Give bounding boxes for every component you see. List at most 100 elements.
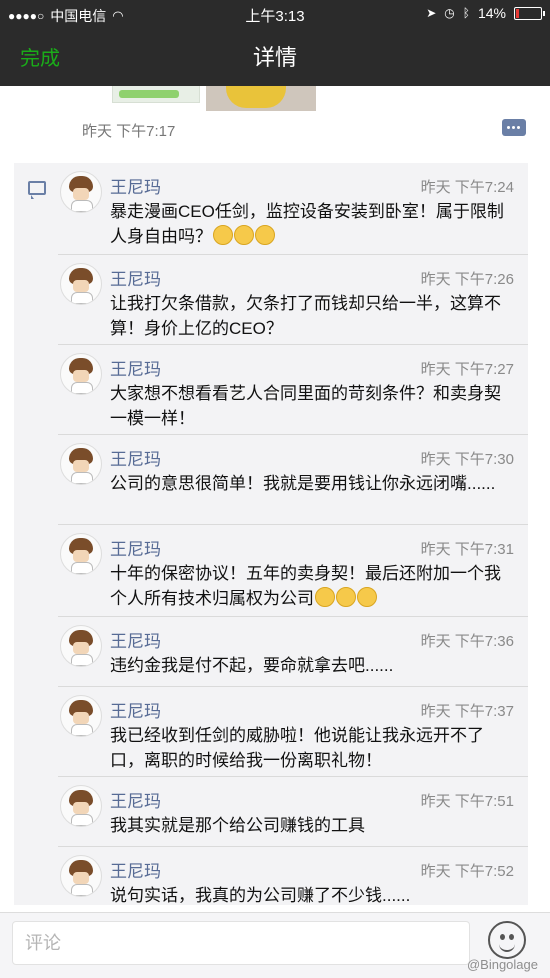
comment-time: 昨天 下午7:27	[420, 361, 514, 378]
comment-text: 我其实就是那个给公司赚钱的工具	[110, 813, 512, 838]
more-actions-button[interactable]	[502, 119, 526, 136]
avatar-face	[73, 280, 89, 292]
thumbnail-figure-shape	[226, 86, 286, 108]
commenter-name[interactable]: 王尼玛	[110, 445, 161, 470]
avatar[interactable]	[60, 263, 102, 305]
commenter-name[interactable]: 王尼玛	[110, 627, 161, 652]
navigation-bar: 完成 详情	[0, 28, 550, 86]
watermark: @Bingolage	[466, 957, 538, 972]
comment-time: 昨天 下午7:52	[420, 863, 514, 880]
bluetooth-icon: ᛒ	[462, 6, 470, 20]
more-dot	[507, 126, 510, 129]
emoji-eye	[500, 934, 505, 940]
commenter-name[interactable]: 王尼玛	[110, 355, 161, 380]
comment-text: 让我打欠条借款，欠条打了而钱却只给一半，这算不算！身价上亿的CEO？	[110, 291, 512, 341]
comment-item[interactable]: 王尼玛 昨天 下午7:31 十年的保密协议！五年的卖身契！最后还附加一个我个人所有技…	[14, 525, 528, 617]
avatar-body	[71, 562, 93, 574]
avatar[interactable]	[60, 695, 102, 737]
status-right: ➤ ◷ ᛒ 14%	[426, 5, 545, 21]
location-icon: ➤	[426, 6, 437, 20]
avatar[interactable]	[60, 443, 102, 485]
comments-panel: 王尼玛 昨天 下午7:24 暴走漫画CEO任剑，监控设备安装到卧室！属于限制人身自由…	[14, 163, 528, 905]
emoji-icon	[213, 225, 233, 245]
post-image-thumbnail-1[interactable]	[112, 86, 200, 103]
commenter-name[interactable]: 王尼玛	[110, 787, 161, 812]
avatar[interactable]	[60, 785, 102, 827]
battery-percent: 14%	[477, 5, 506, 21]
comment-text-content: 我其实就是那个给公司赚钱的工具	[110, 816, 365, 835]
emoji-icon	[255, 225, 275, 245]
avatar-face	[73, 642, 89, 654]
avatar-body	[71, 382, 93, 394]
comment-text-content: 我已经收到任剑的威胁啦！他说能让我永远开不了口，离职的时候给我一份离职礼物！	[110, 726, 484, 770]
emoji-eye	[509, 934, 514, 940]
comment-item[interactable]: 王尼玛 昨天 下午7:30 公司的意思很简单！我就是要用钱让你永远闭嘴......	[14, 435, 528, 525]
avatar-face	[73, 712, 89, 724]
avatar-face	[73, 188, 89, 200]
comment-time: 昨天 下午7:37	[420, 703, 514, 720]
commenter-name[interactable]: 王尼玛	[110, 697, 161, 722]
alarm-icon: ◷	[444, 6, 455, 20]
avatar[interactable]	[60, 855, 102, 897]
comment-text: 违约金我是付不起，要命就拿去吧......	[110, 653, 512, 678]
more-dot	[517, 126, 520, 129]
emoji-mouth	[499, 942, 515, 952]
comment-time: 昨天 下午7:31	[420, 541, 514, 558]
comment-time: 昨天 下午7:51	[420, 793, 514, 810]
comment-time: 昨天 下午7:24	[420, 179, 514, 196]
comment-text-content: 让我打欠条借款，欠条打了而钱却只给一半，这算不算！身价上亿的CEO？	[110, 294, 501, 338]
emoji-icon	[234, 225, 254, 245]
post-timestamp: 昨天 下午7:17	[82, 123, 176, 140]
comment-item[interactable]: 王尼玛 昨天 下午7:37 我已经收到任剑的威胁啦！他说能让我永远开不了口，离职的时…	[14, 687, 528, 777]
commenter-name[interactable]: 王尼玛	[110, 857, 161, 882]
avatar[interactable]	[60, 171, 102, 213]
avatar-body	[71, 292, 93, 304]
thumbnail-bubble-shape	[119, 90, 179, 98]
avatar-face	[73, 802, 89, 814]
avatar-body	[71, 654, 93, 666]
comment-text-content: 大家想不想看看艺人合同里面的苛刻条件？和卖身契一模一样！	[110, 384, 501, 428]
comment-text-content: 说句实话，我真的为公司赚了不少钱......	[110, 886, 411, 905]
comment-text-content: 违约金我是付不起，要命就拿去吧......	[110, 656, 394, 675]
avatar-body	[71, 200, 93, 212]
comment-time: 昨天 下午7:26	[420, 271, 514, 288]
comment-time: 昨天 下午7:30	[420, 451, 514, 468]
emoji-icon	[336, 587, 356, 607]
battery-icon	[514, 6, 545, 20]
avatar-body	[71, 472, 93, 484]
comment-text-content: 公司的意思很简单！我就是要用钱让你永远闭嘴......	[110, 474, 496, 493]
page-title: 详情	[252, 45, 297, 70]
avatar[interactable]	[60, 625, 102, 667]
comment-text: 十年的保密协议！五年的卖身契！最后还附加一个我个人所有技术归属权为公司	[110, 561, 512, 611]
comment-item[interactable]: 王尼玛 昨天 下午7:36 违约金我是付不起，要命就拿去吧......	[14, 617, 528, 687]
avatar-body	[71, 724, 93, 736]
avatar-face	[73, 872, 89, 884]
avatar[interactable]	[60, 533, 102, 575]
avatar-body	[71, 884, 93, 896]
avatar-body	[71, 814, 93, 826]
comment-input[interactable]: 评论	[12, 921, 470, 965]
avatar-face	[73, 370, 89, 382]
status-bar: ●●●●○ 中国电信 ◠ 上午3:13 ➤ ◷ ᛒ 14%	[0, 0, 550, 28]
post-image-thumbnail-2[interactable]	[206, 86, 316, 111]
commenter-name[interactable]: 王尼玛	[110, 265, 161, 290]
comment-text: 暴走漫画CEO任剑，监控设备安装到卧室！属于限制人身自由吗？	[110, 199, 512, 249]
comment-text-content: 十年的保密协议！五年的卖身契！最后还附加一个我个人所有技术归属权为公司	[110, 564, 501, 608]
more-dot	[512, 126, 515, 129]
comment-item[interactable]: 王尼玛 昨天 下午7:26 让我打欠条借款，欠条打了而钱却只给一半，这算不算！身价上…	[14, 255, 528, 345]
comment-item[interactable]: 王尼玛 昨天 下午7:24 暴走漫画CEO任剑，监控设备安装到卧室！属于限制人身自由…	[14, 163, 528, 255]
comment-text-content: 暴走漫画CEO任剑，监控设备安装到卧室！属于限制人身自由吗？	[110, 202, 504, 246]
emoji-button[interactable]	[488, 921, 526, 959]
comment-item[interactable]: 王尼玛 昨天 下午7:27 大家想不想看看艺人合同里面的苛刻条件？和卖身契一模一样！	[14, 345, 528, 435]
comment-item[interactable]: 王尼玛 昨天 下午7:52 说句实话，我真的为公司赚了不少钱......	[14, 847, 528, 905]
avatar[interactable]	[60, 353, 102, 395]
commenter-name[interactable]: 王尼玛	[110, 535, 161, 560]
emoji-icon	[315, 587, 335, 607]
comment-text: 说句实话，我真的为公司赚了不少钱......	[110, 883, 512, 905]
avatar-face	[73, 460, 89, 472]
avatar-face	[73, 550, 89, 562]
battery-level	[516, 8, 519, 18]
comment-item[interactable]: 王尼玛 昨天 下午7:51 我其实就是那个给公司赚钱的工具	[14, 777, 528, 847]
comment-text: 公司的意思很简单！我就是要用钱让你永远闭嘴......	[110, 471, 512, 496]
commenter-name[interactable]: 王尼玛	[110, 173, 161, 198]
